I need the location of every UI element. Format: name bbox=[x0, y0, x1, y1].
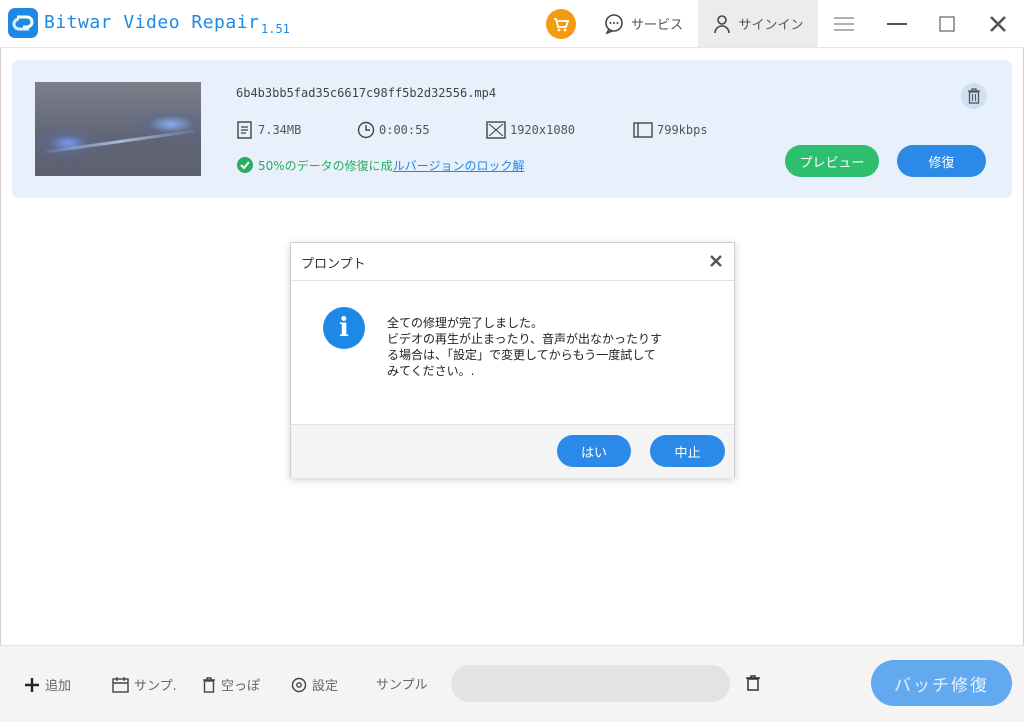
app-logo-icon bbox=[8, 8, 38, 38]
cart-icon[interactable] bbox=[546, 9, 576, 39]
add-button[interactable]: 追加 bbox=[24, 675, 71, 694]
sample-short-label: サンプ. bbox=[134, 679, 177, 694]
yes-button[interactable]: はい bbox=[557, 435, 631, 467]
settings-button[interactable]: 設定 bbox=[291, 675, 338, 694]
preview-button[interactable]: プレビュー bbox=[785, 145, 879, 177]
file-size-value: 7.34MB bbox=[258, 123, 302, 137]
file-resolution: 1920x1080 bbox=[486, 121, 575, 139]
user-icon bbox=[714, 14, 731, 33]
dialog-footer: はい 中止 bbox=[291, 424, 734, 478]
file-bitrate: 799kbps bbox=[633, 121, 708, 139]
dialog-message-line: みてください。. bbox=[387, 364, 475, 378]
file-size: 7.34MB bbox=[236, 121, 301, 139]
dialog-title: プロンプト bbox=[301, 257, 366, 272]
batch-repair-button[interactable]: バッチ修復 bbox=[871, 660, 1012, 706]
unlock-full-version-link[interactable]: ルバージョンのロック解 bbox=[393, 157, 525, 174]
trash-icon bbox=[968, 88, 980, 104]
service-label: サービス bbox=[631, 18, 684, 33]
repair-status-text: 50%のデータの修復に成 bbox=[258, 158, 393, 173]
plus-icon bbox=[25, 677, 39, 692]
bottom-toolbar: 追加 サンプ. 空っぽ 設定 サンプル バッチ修復 bbox=[0, 645, 1024, 722]
close-icon[interactable] bbox=[983, 10, 1013, 38]
settings-label: 設定 bbox=[312, 679, 339, 694]
check-circle-icon bbox=[237, 157, 253, 173]
cancel-button[interactable]: 中止 bbox=[650, 435, 725, 467]
signin-label: サインイン bbox=[738, 18, 804, 33]
dialog-message: 全ての修理が完了しました。 ビデオの再生が止まったり、音声が出なかったりす る場… bbox=[387, 315, 717, 379]
empty-label: 空っぽ bbox=[221, 679, 261, 694]
file-duration: 0:00:55 bbox=[357, 121, 430, 139]
dialog-header: プロンプト bbox=[291, 243, 734, 281]
dialog-message-line: 全ての修理が完了しました。 bbox=[387, 316, 544, 330]
sample-button[interactable]: サンプル bbox=[376, 674, 428, 693]
resolution-icon bbox=[486, 121, 506, 139]
clear-progress-trash-icon[interactable] bbox=[745, 674, 761, 696]
trash-icon bbox=[203, 676, 215, 693]
add-label: 追加 bbox=[45, 679, 72, 694]
dialog-message-line: る場合は、「設定」で変更してからもう一度試して bbox=[387, 348, 656, 362]
info-icon: i bbox=[323, 307, 365, 349]
calendar-icon bbox=[112, 676, 129, 693]
dialog-close-icon[interactable] bbox=[708, 253, 724, 269]
delete-file-button[interactable] bbox=[961, 83, 987, 109]
file-name: 6b4b3bb5fad35c6617c98ff5b2d32556.mp4 bbox=[236, 86, 497, 100]
service-button[interactable]: サービス bbox=[603, 0, 683, 47]
file-bitrate-value: 799kbps bbox=[657, 123, 708, 137]
app-version: 1.51 bbox=[261, 22, 290, 36]
file-resolution-value: 1920x1080 bbox=[510, 123, 576, 137]
signin-button[interactable]: サインイン bbox=[698, 0, 818, 47]
file-card: 6b4b3bb5fad35c6617c98ff5b2d32556.mp4 7.3… bbox=[12, 60, 1012, 198]
repair-status: 50%のデータの修復に成 ルバージョンのロック解 bbox=[236, 156, 524, 174]
dialog-message-line: ビデオの再生が止まったり、音声が出なかったりす bbox=[387, 332, 663, 346]
menu-icon[interactable] bbox=[829, 10, 859, 38]
video-thumbnail bbox=[35, 82, 201, 176]
file-duration-value: 0:00:55 bbox=[379, 123, 430, 137]
sample-label: サンプル bbox=[376, 678, 428, 693]
app-title: Bitwar Video Repair bbox=[44, 12, 260, 33]
chat-icon bbox=[605, 13, 623, 35]
document-icon bbox=[237, 121, 252, 139]
gear-icon bbox=[291, 677, 307, 692]
clock-icon bbox=[357, 121, 375, 139]
prompt-dialog: プロンプト i 全ての修理が完了しました。 ビデオの再生が止まったり、音声が出な… bbox=[290, 242, 735, 478]
progress-bar bbox=[451, 665, 730, 702]
empty-button[interactable]: 空っぽ bbox=[202, 675, 260, 694]
repair-button[interactable]: 修復 bbox=[897, 145, 986, 177]
film-icon bbox=[633, 122, 653, 138]
maximize-icon[interactable] bbox=[932, 10, 962, 38]
sample-short-button[interactable]: サンプ. bbox=[112, 675, 177, 694]
minimize-icon[interactable] bbox=[882, 10, 912, 38]
title-bar: Bitwar Video Repair 1.51 サービス サインイン bbox=[0, 0, 1024, 48]
